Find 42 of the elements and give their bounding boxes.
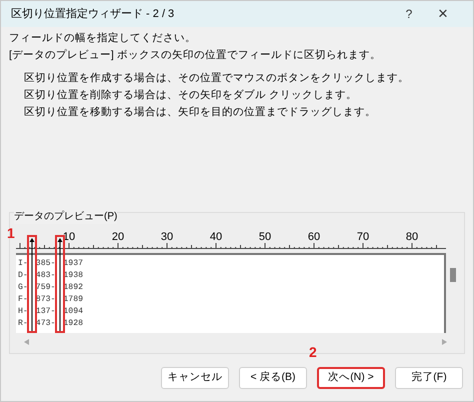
instruction-text: 区切り位置を移動する場合は、矢印を目的の位置までドラッグします。 [24, 105, 377, 120]
window-title: 区切り位置指定ウィザード - 2 / 3 [11, 6, 174, 22]
scroll-right-icon[interactable] [442, 339, 447, 345]
scrollbar-thumb[interactable] [450, 268, 456, 282]
dialog-button[interactable]: キャンセル [161, 366, 229, 389]
dialog-button[interactable]: < 戻る(B) [239, 366, 307, 389]
ruler-label: 50 [258, 231, 272, 243]
ruler-label: 30 [160, 231, 174, 243]
preview-text: H- [18, 306, 29, 318]
ruler-label: 80 [406, 231, 418, 243]
preview-text: 1938 [63, 270, 84, 282]
preview-text: I- [18, 258, 29, 270]
preview-text: D- [18, 270, 29, 282]
preview-text: 1094 [63, 306, 84, 318]
preview-text: 137- [36, 306, 56, 318]
ruler-label: 70 [356, 231, 370, 243]
preview-text: 1892 [63, 282, 84, 294]
ruler-label: 40 [210, 231, 222, 243]
ruler-label: 60 [308, 231, 320, 243]
preview-text: G- [18, 282, 29, 294]
preview-text: 473- [36, 318, 56, 330]
step-number: 1 [7, 226, 15, 240]
preview-text: 1789 [63, 294, 84, 306]
preview-text: 759- [36, 282, 56, 294]
instruction-text: 区切り位置を削除する場合は、その矢印をダブル クリックします。 [24, 88, 358, 103]
ruler-label: 20 [112, 231, 124, 243]
close-button[interactable]: × [423, 1, 463, 27]
preview-text: 1928 [63, 318, 84, 330]
preview-text: 1937 [63, 258, 84, 270]
step-number: 2 [309, 345, 317, 359]
preview-text: 483- [36, 270, 56, 282]
instruction-text: [データのプレビュー] ボックスの矢印の位置でフィールドに区切られます。 [9, 48, 382, 63]
scroll-left-icon[interactable] [24, 339, 29, 345]
instruction-text: フィールドの幅を指定してください。 [9, 31, 197, 46]
preview-text: 385- [36, 258, 56, 270]
help-button[interactable]: ? [395, 5, 423, 23]
preview-text: F- [18, 294, 29, 306]
dialog-button[interactable]: 完了(F) [395, 366, 463, 389]
preview-label: データのプレビュー(P) [14, 209, 118, 224]
preview-text: R- [18, 318, 29, 330]
dialog-button[interactable]: 次へ(N) > [317, 366, 385, 389]
instruction-text: 区切り位置を作成する場合は、その位置でマウスのボタンをクリックします。 [24, 71, 410, 86]
